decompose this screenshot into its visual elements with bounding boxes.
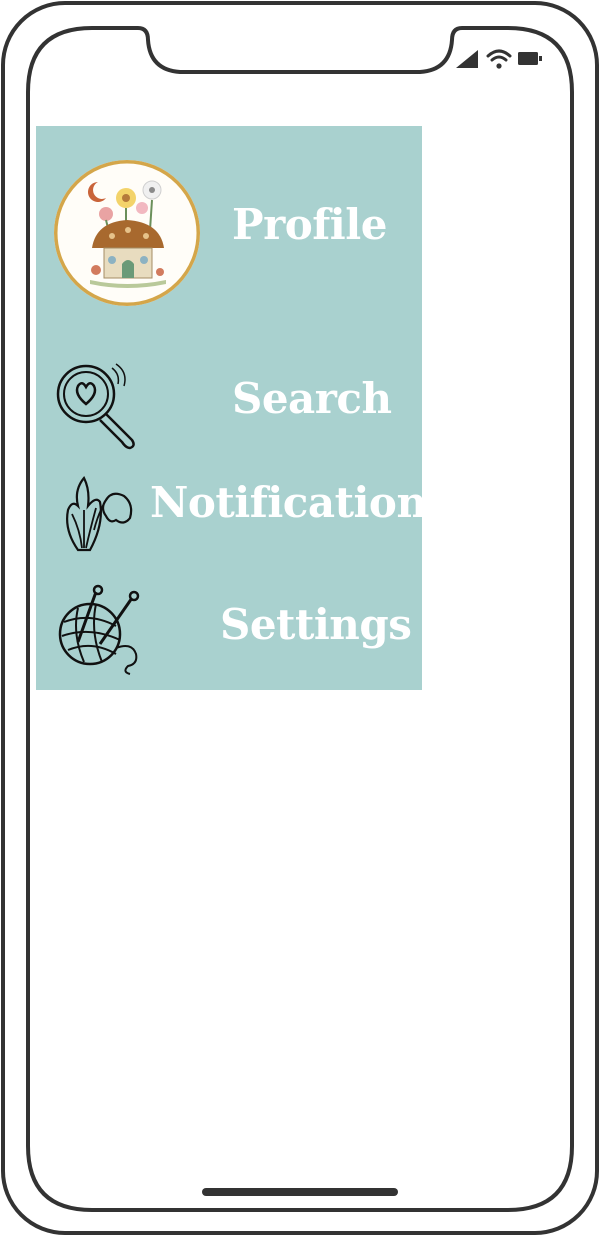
- search-label[interactable]: Search: [232, 374, 392, 423]
- cellular-signal-icon: [456, 50, 478, 68]
- menu-item-search[interactable]: Search: [36, 354, 422, 454]
- profile-avatar[interactable]: [54, 160, 200, 306]
- status-bar-icons: [456, 49, 542, 69]
- settings-label[interactable]: Settings: [220, 600, 412, 649]
- home-indicator[interactable]: [202, 1188, 398, 1196]
- flower-icon: [66, 476, 133, 552]
- side-menu: Profile Search Notifications Settings: [36, 126, 450, 690]
- screen: Profile Search Notifications Settings: [0, 0, 600, 1236]
- profile-label[interactable]: Profile: [232, 200, 387, 249]
- mushroom-house-icon: [54, 160, 200, 306]
- menu-item-settings[interactable]: Settings: [36, 576, 422, 676]
- notifications-label[interactable]: Notifications: [150, 478, 450, 527]
- search-icon: [56, 363, 135, 450]
- menu-item-profile[interactable]: Profile: [36, 126, 422, 326]
- menu-item-notifications[interactable]: Notifications: [36, 464, 450, 554]
- battery-icon: [518, 52, 542, 65]
- yarn-ball-icon: [58, 584, 140, 675]
- wifi-icon: [486, 49, 512, 69]
